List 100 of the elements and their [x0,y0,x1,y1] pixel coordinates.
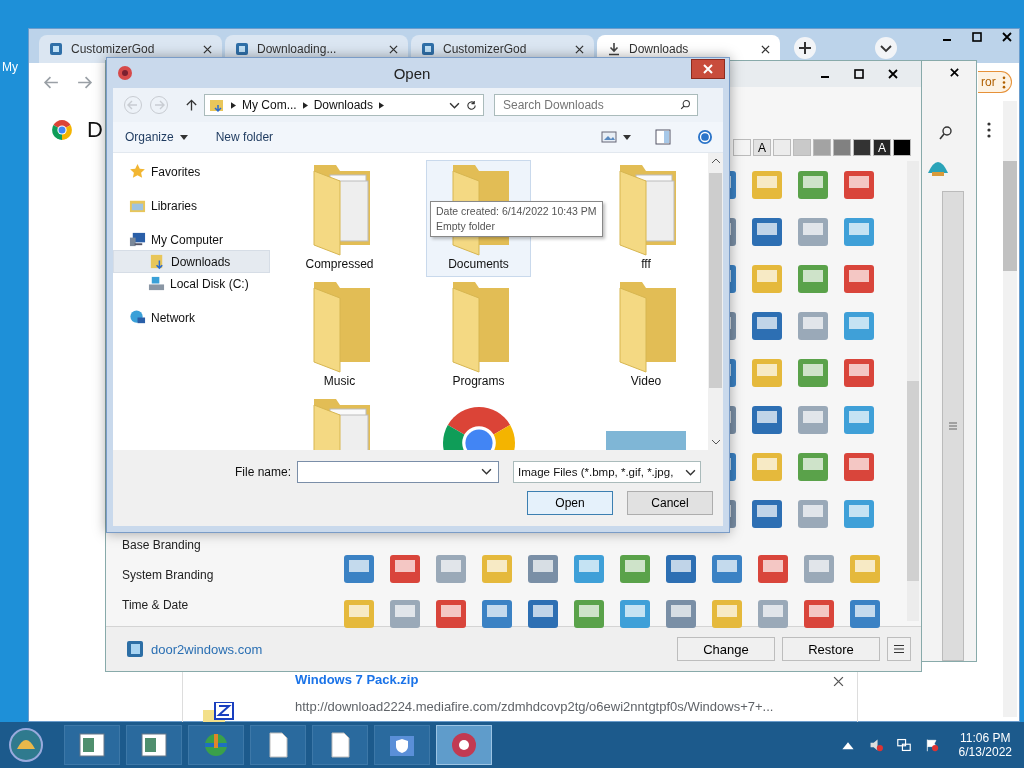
caret-icon[interactable] [179,134,188,140]
close-icon[interactable] [575,44,584,54]
app-icon [49,42,63,56]
close-icon[interactable] [1001,31,1013,43]
refresh-icon[interactable] [466,99,477,111]
more-icon[interactable] [1001,75,1006,89]
nav-item[interactable]: Local Disk (C:) [113,273,270,294]
nav-item[interactable]: My Computer [113,229,270,250]
download-icon [607,42,621,56]
gear-icon [117,65,133,81]
maximize-icon[interactable] [971,31,983,43]
nav-item[interactable]: Favorites [113,161,270,182]
star-icon [129,163,146,180]
sidebar-item[interactable]: Time & Date [122,590,306,620]
maximize-icon[interactable] [853,68,865,80]
action-button[interactable]: Change [677,637,775,661]
file-item[interactable]: Music [287,277,392,394]
menu-button[interactable] [887,637,911,661]
nav-item[interactable]: Network [113,307,270,328]
color-swatch[interactable] [733,139,751,156]
breadcrumb-arrow-icon[interactable] [231,101,236,109]
window-icon [139,730,169,760]
taskbar-button[interactable] [64,725,120,765]
close-icon[interactable] [833,676,845,687]
color-swatch[interactable]: A [753,139,771,156]
taskbar-button[interactable] [250,725,306,765]
close-icon [703,64,713,74]
view-icon[interactable] [601,129,617,145]
window-icon [77,730,107,760]
close-icon[interactable] [761,44,770,54]
file-item[interactable]: Video [605,277,687,394]
nav-item[interactable]: Downloads [113,250,270,273]
flag-icon[interactable] [924,738,939,752]
search-icon[interactable] [938,125,954,141]
more-menu-icon[interactable] [986,122,991,138]
color-swatch[interactable] [833,139,851,156]
taskbar-button[interactable] [312,725,368,765]
clock[interactable]: 11:06 PM 6/13/2022 [958,731,1012,759]
scrollbar[interactable] [708,153,723,450]
breadcrumb-item[interactable]: My Com... [242,98,297,112]
scroll-down-icon[interactable] [710,439,721,445]
browser-logo-icon [51,119,73,141]
search-field[interactable]: Search Downloads [494,94,698,116]
website-link[interactable]: door2windows.com [151,641,263,657]
download-url: http://download2224.mediafire.com/zdmhdcovp2tg/o6ewi2nntgtpf0s/Windows+7+... [295,699,774,714]
sidebar-item[interactable]: System Branding [122,560,306,590]
color-swatch[interactable] [813,139,831,156]
caret-icon[interactable] [623,134,631,140]
help-icon[interactable] [697,129,713,145]
taskbar-button[interactable] [374,725,430,765]
download-filename-link[interactable]: Windows 7 Pack.zip [295,672,774,687]
up-arrow-icon[interactable] [185,98,198,112]
dialog-button[interactable]: Cancel [627,491,713,515]
scrollbar[interactable] [1003,101,1017,717]
chevron-down-icon[interactable] [481,466,493,477]
color-swatch[interactable] [793,139,811,156]
color-swatch[interactable]: A [873,139,891,156]
nav-item[interactable]: Libraries [113,195,270,216]
action-button[interactable]: Restore [782,637,880,661]
close-icon[interactable] [389,44,398,54]
close-icon[interactable] [949,67,960,78]
scroll-up-icon[interactable] [710,158,721,164]
grip-icon [948,422,958,430]
scrollbar[interactable] [942,191,964,661]
tooltip-text: Empty folder [436,219,496,234]
clock-date: 6/13/2022 [958,745,1012,759]
app-icon [235,42,249,56]
taskbar-button[interactable] [126,725,182,765]
close-icon[interactable] [203,44,212,54]
file-item[interactable]: Programs [426,277,531,394]
organize-menu[interactable]: Organize [125,130,174,144]
color-swatch[interactable] [893,139,911,156]
computer-icon [129,231,146,248]
breadcrumb-arrow-icon[interactable] [302,101,308,109]
breadcrumb-item[interactable]: Downloads [313,98,374,112]
file-name-field[interactable] [297,461,500,483]
error-button[interactable]: ror [978,71,1012,93]
file-type-dropdown[interactable]: Image Files (*.bmp, *.gif, *.jpg, [513,461,702,483]
close-icon[interactable] [887,68,899,80]
speaker-muted-icon[interactable] [868,738,883,752]
search-icon[interactable] [680,99,691,110]
close-button[interactable] [691,59,725,79]
breadcrumb-arrow-icon[interactable] [379,101,385,109]
color-swatch[interactable] [853,139,871,156]
tab-search-icon[interactable] [874,36,898,60]
taskbar-button[interactable] [436,725,492,765]
start-button[interactable] [8,727,44,763]
sidebar-item[interactable]: Base Branding [122,530,306,560]
dialog-button[interactable]: Open [527,491,613,515]
new-folder-button[interactable]: New folder [215,130,274,144]
scrollbar[interactable] [907,161,919,621]
new-tab-icon[interactable] [793,36,817,60]
folder-icon [209,97,225,113]
file-item[interactable]: Compressed [287,160,392,277]
address-bar[interactable]: My Com... Downloads [204,94,484,116]
network-icon[interactable] [896,738,911,752]
page-heading: D [87,117,103,143]
color-swatch[interactable] [773,139,791,156]
app-icon [421,42,435,56]
file-item[interactable]: fff [605,160,687,277]
